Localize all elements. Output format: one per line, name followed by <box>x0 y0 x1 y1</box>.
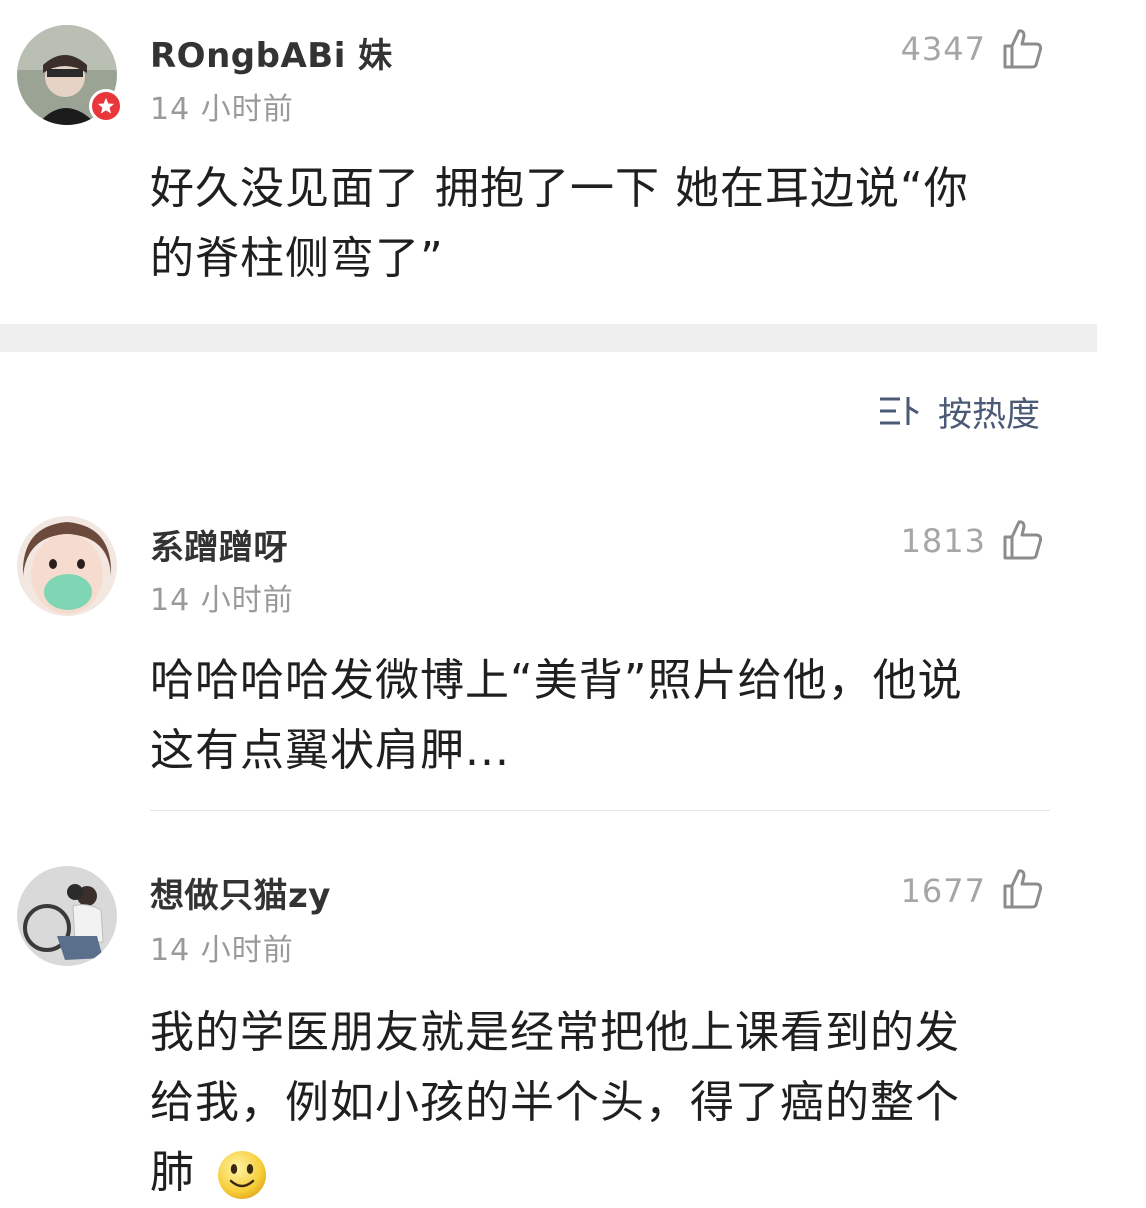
comment-divider <box>150 810 1050 811</box>
comment-text: 我的学医朋友就是经常把他上课看到的发 给我，例如小孩的半个头，得了癌的整个 肺 <box>150 998 1050 1208</box>
avatar-image <box>17 516 117 616</box>
like-count: 4347 <box>900 30 986 68</box>
comment-text-line: 这有点翼状肩胛... <box>150 725 510 776</box>
like-count: 1813 <box>900 522 986 560</box>
sort-toggle[interactable]: 按热度 <box>878 388 1040 435</box>
thumbs-up-icon[interactable] <box>1000 518 1044 562</box>
section-separator <box>0 324 1097 352</box>
comment-text-fragment: 肺 <box>150 1147 195 1198</box>
smile-emoji-icon <box>218 1151 266 1199</box>
comment-text-line: 我的学医朋友就是经常把他上课看到的发 <box>150 1007 960 1058</box>
avatar[interactable] <box>17 516 117 616</box>
timestamp: 14 小时前 <box>150 933 294 968</box>
sort-icon <box>880 397 919 425</box>
avatar[interactable] <box>17 866 117 966</box>
comment-text-line: 给我，例如小孩的半个头，得了癌的整个 <box>150 1077 960 1128</box>
thumbs-up-icon[interactable] <box>1000 867 1044 911</box>
like-count: 1677 <box>900 872 986 910</box>
comment-text-line: 肺 <box>150 1138 1050 1208</box>
timestamp: 14 小时前 <box>150 583 294 618</box>
comment-text-line: 的脊柱侧弯了” <box>150 233 444 284</box>
avatar[interactable] <box>17 25 123 125</box>
thumbs-up-icon[interactable] <box>1000 27 1044 71</box>
verified-badge-icon <box>89 89 123 123</box>
comment-text: 好久没见面了 拥抱了一下 她在耳边说“你 的脊柱侧弯了” <box>150 154 1050 294</box>
sort-label: 按热度 <box>938 394 1040 435</box>
comment-text-line: 哈哈哈哈发微博上“美背”照片给他，他说 <box>150 655 963 706</box>
username[interactable]: ROngbABi 妹 <box>150 28 393 77</box>
username[interactable]: 系蹭蹭呀 <box>150 520 288 569</box>
comment-text: 哈哈哈哈发微博上“美背”照片给他，他说 这有点翼状肩胛... <box>150 646 1050 786</box>
avatar-image <box>17 866 117 966</box>
timestamp: 14 小时前 <box>150 92 294 127</box>
comment-text-line: 好久没见面了 拥抱了一下 她在耳边说“你 <box>150 163 969 214</box>
username[interactable]: 想做只猫zy <box>150 868 331 917</box>
